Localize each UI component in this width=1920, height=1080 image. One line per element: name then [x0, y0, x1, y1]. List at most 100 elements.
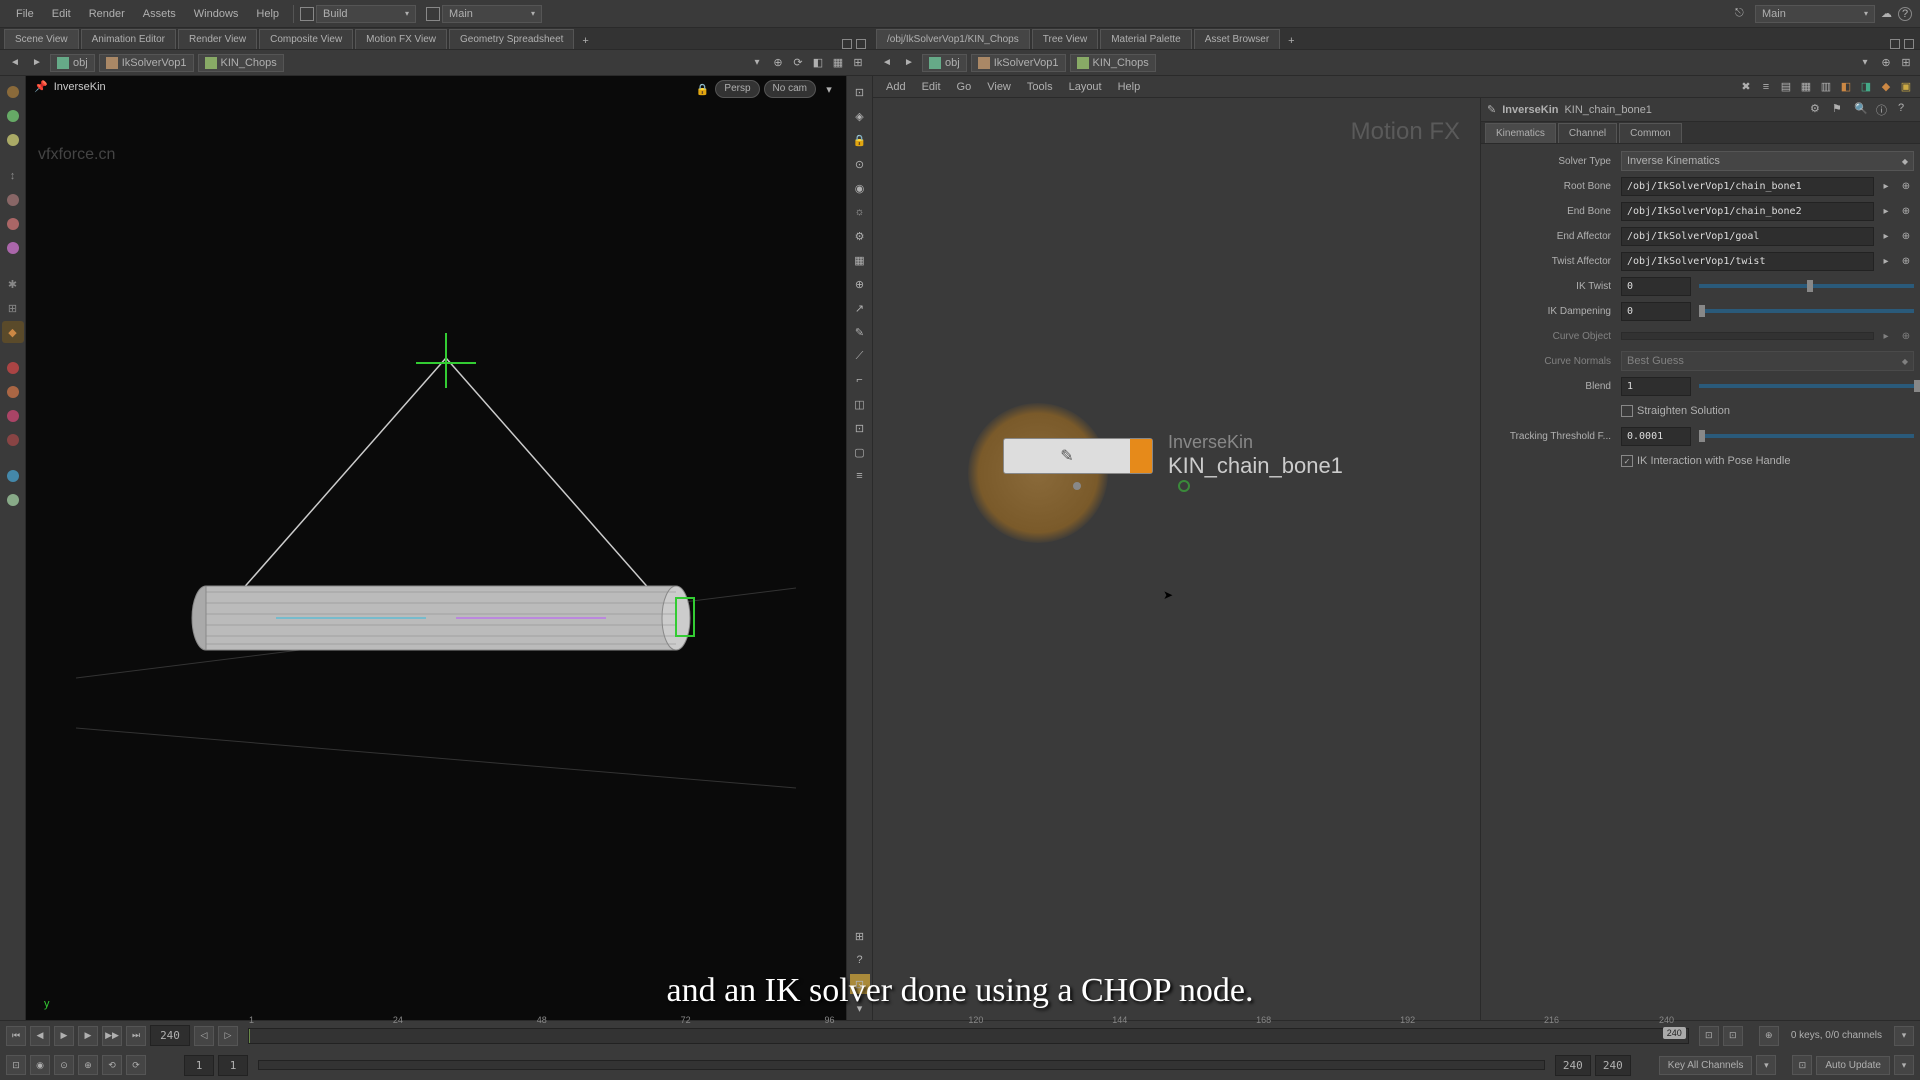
- play-play2[interactable]: ▶: [78, 1026, 98, 1046]
- tl-i[interactable]: ▾: [1894, 1055, 1914, 1075]
- net-add[interactable]: Add: [879, 78, 913, 96]
- solver-type-dropdown[interactable]: Inverse Kinematics◆: [1621, 151, 1914, 171]
- real-next[interactable]: ▷: [218, 1026, 238, 1046]
- rt-6[interactable]: ☼: [850, 202, 870, 222]
- nav-arrow-left[interactable]: ▾: [748, 54, 766, 72]
- nav-back-right[interactable]: ◄: [878, 54, 896, 72]
- rt-7[interactable]: ⚙: [850, 226, 870, 246]
- tab-asset-browser[interactable]: Asset Browser: [1194, 29, 1280, 49]
- current-frame-field[interactable]: 240: [150, 1025, 190, 1046]
- tool-c[interactable]: [2, 405, 24, 427]
- tl-e[interactable]: ⟲: [102, 1055, 122, 1075]
- crumb-obj-left[interactable]: obj: [50, 54, 95, 72]
- pathbar-icon-4[interactable]: ▦: [830, 55, 846, 71]
- root-bone-field[interactable]: /obj/IkSolverVop1/chain_bone1: [1621, 177, 1874, 196]
- viewport[interactable]: 📌 InverseKin 🔒 Persp No cam ▾ vfxforce.c…: [26, 76, 846, 1020]
- pathbar-icon-3[interactable]: ◧: [810, 55, 826, 71]
- tool-rotate[interactable]: [2, 189, 24, 211]
- play-play[interactable]: ▶: [54, 1026, 74, 1046]
- rt-16[interactable]: ▢: [850, 442, 870, 462]
- start-frame-1[interactable]: 1: [184, 1055, 214, 1076]
- end-bone-op1[interactable]: ▸: [1878, 203, 1894, 219]
- tool-ik[interactable]: ◆: [2, 321, 24, 343]
- vp-menu-icon[interactable]: ▾: [820, 80, 838, 98]
- tool-pose[interactable]: [2, 237, 24, 259]
- tab-geometry-spreadsheet[interactable]: Geometry Spreadsheet: [449, 29, 574, 49]
- param-info-icon[interactable]: ⓘ: [1876, 102, 1892, 118]
- end-affector-op2[interactable]: ⊕: [1898, 228, 1914, 244]
- crumb-kinchops-right[interactable]: KIN_Chops: [1070, 54, 1156, 72]
- param-flag-icon[interactable]: ⚑: [1832, 102, 1848, 118]
- timeline-opt2[interactable]: ⊡: [1723, 1026, 1743, 1046]
- param-tab-channel[interactable]: Channel: [1558, 123, 1617, 143]
- node-flag-icon[interactable]: [1178, 480, 1190, 492]
- range-track[interactable]: [258, 1060, 1545, 1070]
- rt-8[interactable]: ▦: [850, 250, 870, 270]
- net-icon-7[interactable]: ◨: [1858, 79, 1874, 95]
- tab-scene-view[interactable]: Scene View: [4, 29, 79, 49]
- rt-2[interactable]: ◈: [850, 106, 870, 126]
- crumb-kinchops-left[interactable]: KIN_Chops: [198, 54, 284, 72]
- rt-10[interactable]: ↗: [850, 298, 870, 318]
- rpathbar-icon-1[interactable]: ⊕: [1878, 55, 1894, 71]
- tab-kin-chops[interactable]: /obj/IkSolverVop1/KIN_Chops: [876, 29, 1030, 49]
- menu-help[interactable]: Help: [248, 4, 287, 24]
- timeline-opt4[interactable]: ▾: [1894, 1026, 1914, 1046]
- net-tools[interactable]: Tools: [1020, 78, 1060, 96]
- nav-fwd-right[interactable]: ►: [900, 54, 918, 72]
- tool-b[interactable]: [2, 381, 24, 403]
- auto-update-button[interactable]: Auto Update: [1816, 1056, 1890, 1075]
- ik-interaction-checkbox[interactable]: ✓: [1621, 455, 1633, 467]
- end-affector-field[interactable]: /obj/IkSolverVop1/goal: [1621, 227, 1874, 246]
- rt-12[interactable]: ⟋: [850, 346, 870, 366]
- rt-21[interactable]: ▾: [850, 998, 870, 1018]
- net-edit[interactable]: Edit: [915, 78, 948, 96]
- net-icon-1[interactable]: ✖: [1738, 79, 1754, 95]
- timeline-opt1[interactable]: ⊡: [1699, 1026, 1719, 1046]
- right-main-dropdown[interactable]: Main▾: [1755, 5, 1875, 23]
- end-bone-field[interactable]: /obj/IkSolverVop1/chain_bone2: [1621, 202, 1874, 221]
- net-layout[interactable]: Layout: [1062, 78, 1109, 96]
- tool-brush[interactable]: [2, 129, 24, 151]
- straighten-checkbox[interactable]: [1621, 405, 1633, 417]
- tool-f[interactable]: [2, 489, 24, 511]
- nav-back-left[interactable]: ◄: [6, 54, 24, 72]
- rt-18[interactable]: ⊞: [850, 926, 870, 946]
- net-help[interactable]: Help: [1111, 78, 1148, 96]
- param-tab-kinematics[interactable]: Kinematics: [1485, 123, 1556, 143]
- vp-persp-button[interactable]: Persp: [715, 80, 759, 98]
- left-tab-add[interactable]: +: [576, 33, 594, 49]
- net-icon-5[interactable]: ▥: [1818, 79, 1834, 95]
- tl-h[interactable]: ⊡: [1792, 1055, 1812, 1075]
- pathbar-icon-2[interactable]: ⟳: [790, 55, 806, 71]
- blend-field[interactable]: 1: [1621, 377, 1691, 396]
- param-help-icon[interactable]: ?: [1898, 102, 1914, 118]
- tl-d[interactable]: ⊕: [78, 1055, 98, 1075]
- rpathbar-icon-2[interactable]: ⊞: [1898, 55, 1914, 71]
- rt-5[interactable]: ◉: [850, 178, 870, 198]
- node-output-dot[interactable]: [1073, 482, 1081, 490]
- tl-f[interactable]: ⟳: [126, 1055, 146, 1075]
- tracking-threshold-slider[interactable]: [1699, 434, 1914, 438]
- tab-motion-fx-view[interactable]: Motion FX View: [355, 29, 447, 49]
- param-tab-common[interactable]: Common: [1619, 123, 1682, 143]
- left-tab-opt2[interactable]: [856, 39, 866, 49]
- viewport-canvas[interactable]: [26, 76, 846, 1020]
- play-next[interactable]: ▶▶: [102, 1026, 122, 1046]
- root-bone-op2[interactable]: ⊕: [1898, 178, 1914, 194]
- twist-affector-op2[interactable]: ⊕: [1898, 253, 1914, 269]
- play-prev[interactable]: ◀: [30, 1026, 50, 1046]
- param-node-name[interactable]: KIN_chain_bone1: [1564, 104, 1651, 116]
- twist-affector-op1[interactable]: ▸: [1878, 253, 1894, 269]
- menu-windows[interactable]: Windows: [186, 4, 247, 24]
- rt-14[interactable]: ◫: [850, 394, 870, 414]
- net-icon-6[interactable]: ◧: [1838, 79, 1854, 95]
- tab-render-view[interactable]: Render View: [178, 29, 257, 49]
- vp-lock-icon[interactable]: 🔒: [693, 80, 711, 98]
- right-icon-1[interactable]: ⎋: [1735, 7, 1749, 21]
- ik-twist-slider[interactable]: [1699, 284, 1914, 288]
- desktop-dropdown[interactable]: Build▾: [316, 5, 416, 23]
- pathbar-icon-5[interactable]: ⊞: [850, 55, 866, 71]
- ik-twist-field[interactable]: 0: [1621, 277, 1691, 296]
- rt-15[interactable]: ⊡: [850, 418, 870, 438]
